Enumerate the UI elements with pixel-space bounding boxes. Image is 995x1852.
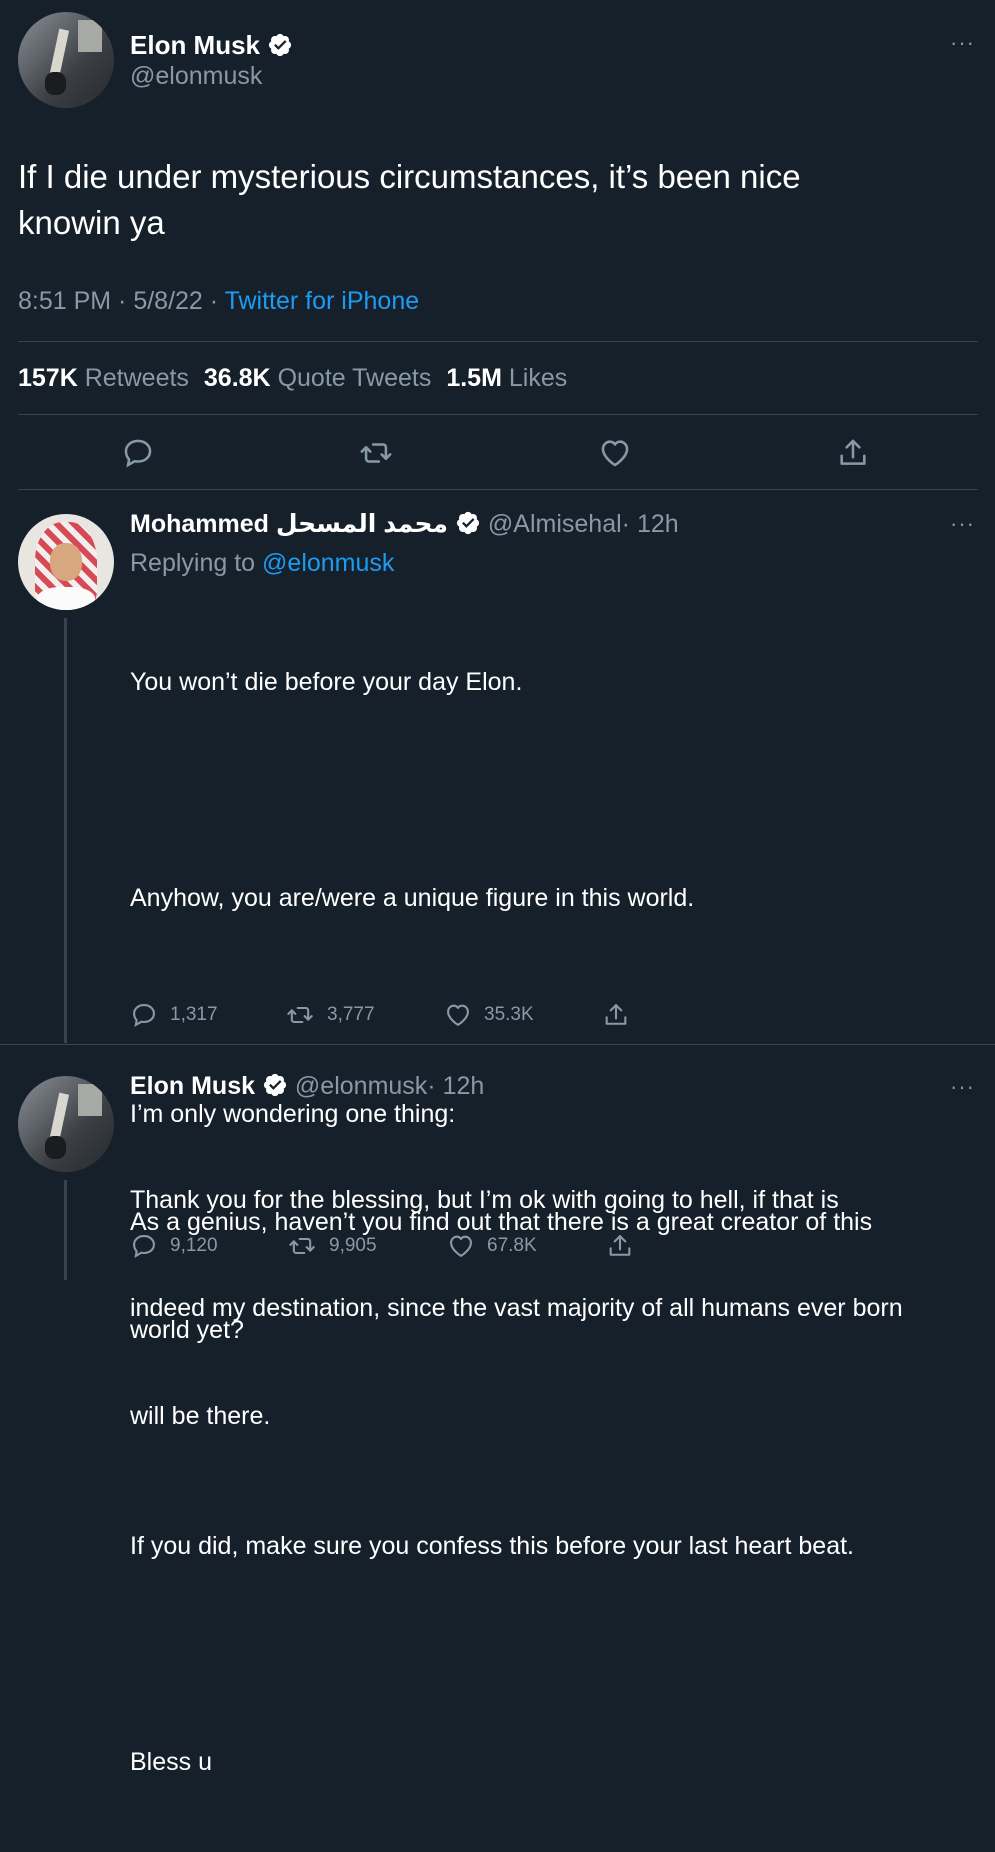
reply-count: 1,317: [170, 1004, 218, 1025]
replying-to: Replying to @elonmusk: [130, 549, 395, 577]
like-button[interactable]: [598, 436, 632, 470]
more-icon[interactable]: ···: [950, 511, 975, 537]
like-count: 67.8K: [487, 1235, 537, 1256]
author-handle[interactable]: @elonmusk: [130, 62, 262, 91]
divider: [18, 414, 978, 415]
share-icon: [609, 1235, 631, 1256]
share-button[interactable]: [836, 436, 870, 470]
like-count: 35.3K: [484, 1004, 534, 1025]
engagement-stats: 157K Retweets 36.8K Quote Tweets 1.5M Li…: [18, 364, 567, 393]
author-name-row[interactable]: Elon Musk: [130, 30, 293, 61]
retweet-button[interactable]: [358, 436, 394, 470]
reply-button[interactable]: [121, 436, 155, 470]
divider: [18, 341, 978, 342]
verified-badge-icon: [269, 34, 292, 57]
share-icon: [840, 439, 866, 465]
author-name[interactable]: Mohammed محمد المسحل: [130, 510, 448, 538]
like-button[interactable]: 35.3K: [444, 1001, 534, 1029]
like-icon: [447, 1004, 469, 1026]
verified-badge-icon: [456, 512, 480, 535]
divider: [18, 489, 978, 490]
tweet-timestamp[interactable]: · 12h: [427, 1072, 484, 1100]
author-name[interactable]: Elon Musk: [130, 1072, 255, 1100]
more-icon[interactable]: ···: [950, 1074, 975, 1100]
author-handle[interactable]: @Almisehal: [488, 510, 622, 538]
tweet-meta: 8:51 PM · 5/8/22 · Twitter for iPhone: [18, 287, 419, 316]
like-icon: [450, 1235, 472, 1257]
retweet-button[interactable]: 9,905: [287, 1232, 377, 1260]
tweet-text: If I die under mysterious circumstances,…: [18, 158, 801, 241]
share-button[interactable]: [606, 1232, 634, 1260]
tweet-source-link[interactable]: Twitter for iPhone: [225, 287, 420, 315]
author-handle[interactable]: @elonmusk: [295, 1072, 427, 1100]
retweet-count: 3,777: [327, 1004, 375, 1025]
author-name[interactable]: Elon Musk: [130, 30, 260, 60]
reply-icon: [124, 439, 152, 468]
replying-to-link[interactable]: @elonmusk: [262, 549, 394, 577]
tweet-timestamp[interactable]: 8:51 PM · 5/8/22 ·: [18, 287, 225, 315]
more-icon[interactable]: ···: [950, 30, 975, 56]
verified-badge-icon: [263, 1074, 287, 1097]
share-icon: [605, 1004, 627, 1025]
thread-line: [64, 1180, 67, 1280]
reply-button[interactable]: 9,120: [130, 1232, 218, 1260]
quotes-stat[interactable]: 36.8K Quote Tweets: [204, 364, 431, 392]
retweet-icon: [289, 1237, 315, 1255]
retweet-icon: [287, 1006, 313, 1024]
avatar[interactable]: [18, 12, 114, 108]
reply-icon: [133, 1235, 155, 1258]
likes-stat[interactable]: 1.5M Likes: [446, 364, 567, 392]
retweets-stat[interactable]: 157K Retweets: [18, 364, 189, 392]
reply-header: Elon Musk @elonmusk· 12h: [130, 1072, 484, 1101]
tweet-timestamp[interactable]: · 12h: [622, 510, 679, 538]
avatar[interactable]: [18, 1076, 114, 1172]
reply-icon: [133, 1004, 155, 1027]
divider: [0, 1044, 995, 1045]
reply-header: Mohammed محمد المسحل @Almisehal· 12h: [130, 509, 679, 539]
thread-line: [64, 618, 67, 1043]
like-button[interactable]: 67.8K: [447, 1232, 537, 1260]
reply-button[interactable]: 1,317: [130, 1001, 218, 1029]
retweet-button[interactable]: 3,777: [285, 1001, 375, 1029]
reply-count: 9,120: [170, 1235, 218, 1256]
like-icon: [601, 440, 629, 467]
retweet-count: 9,905: [329, 1235, 377, 1256]
share-button[interactable]: [602, 1001, 630, 1029]
retweet-icon: [360, 443, 392, 463]
tweet-text: Thank you for the blessing, but I’m ok w…: [130, 1186, 903, 1430]
avatar[interactable]: [18, 514, 114, 610]
